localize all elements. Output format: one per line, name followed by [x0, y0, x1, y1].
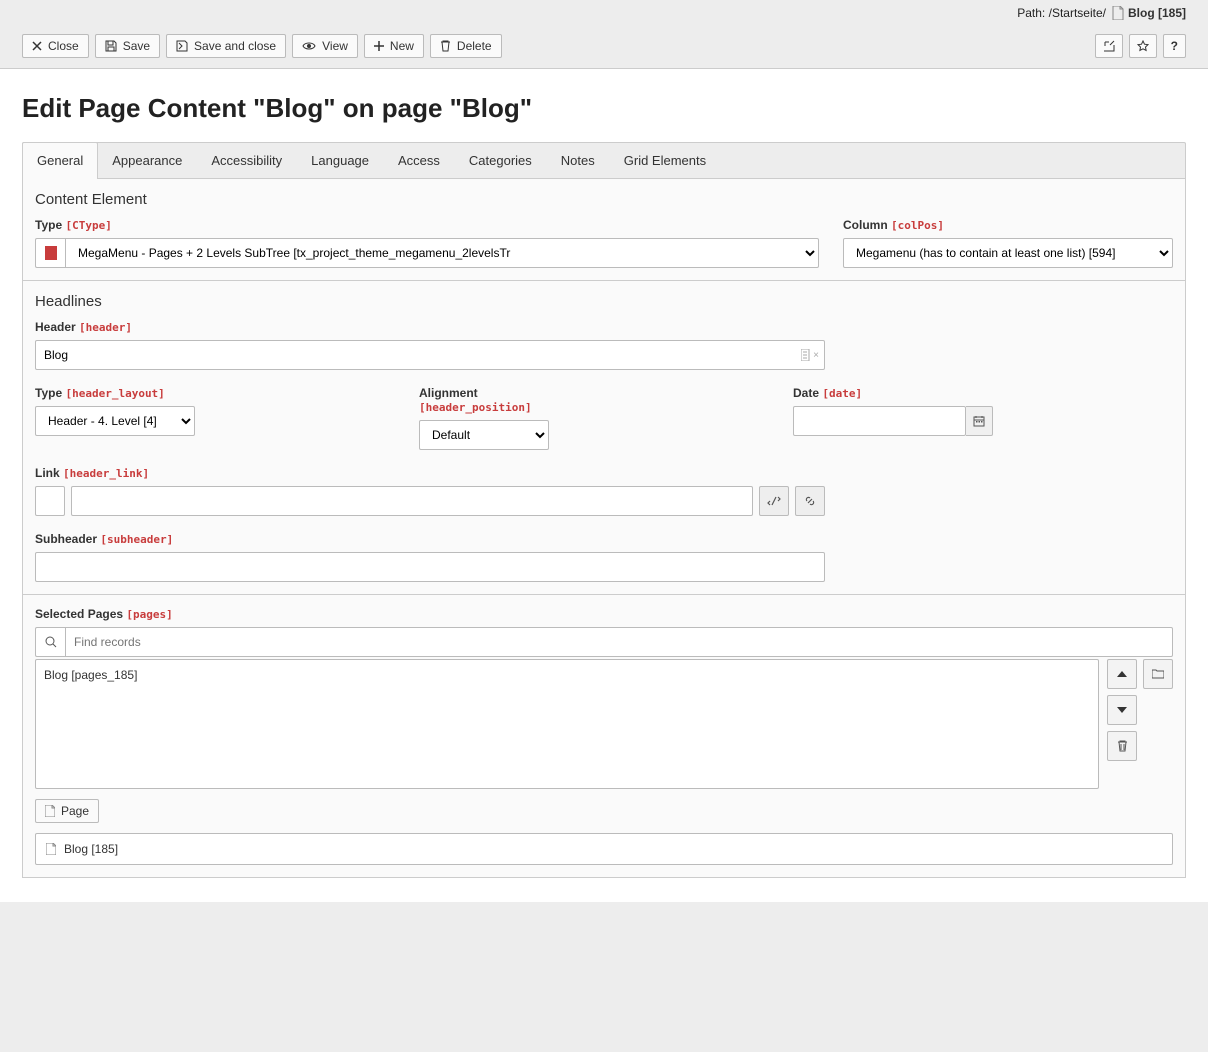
- header-type-select[interactable]: Header - 4. Level [4]: [35, 406, 195, 436]
- chip-label: Blog [185]: [64, 842, 118, 856]
- subheader-label: Subheader [subheader]: [35, 532, 825, 546]
- search-icon: [35, 627, 65, 657]
- page-icon: [45, 805, 55, 817]
- content-area: Edit Page Content "Blog" on page "Blog" …: [0, 69, 1208, 902]
- remove-item-button[interactable]: [1107, 731, 1137, 761]
- tab-grid-elements[interactable]: Grid Elements: [610, 143, 721, 178]
- selected-pages-list[interactable]: Blog [pages_185]: [35, 659, 1099, 789]
- tab-appearance[interactable]: Appearance: [98, 143, 197, 178]
- view-label: View: [322, 40, 348, 52]
- tab-general[interactable]: General: [22, 142, 98, 178]
- save-icon: [105, 40, 117, 52]
- close-button[interactable]: Close: [22, 34, 89, 58]
- alignment-label: Alignment [header_position]: [419, 386, 549, 414]
- subheader-input[interactable]: [35, 552, 825, 582]
- ctype-select[interactable]: MegaMenu - Pages + 2 Levels SubTree [tx_…: [65, 238, 819, 268]
- browse-folder-button[interactable]: [1143, 659, 1173, 689]
- view-button[interactable]: View: [292, 34, 358, 58]
- link-wizard-button[interactable]: [795, 486, 825, 516]
- header-input[interactable]: [35, 340, 825, 370]
- open-external-button[interactable]: [1095, 34, 1123, 58]
- recent-page-chip[interactable]: Blog [185]: [35, 833, 1173, 865]
- page-title: Edit Page Content "Blog" on page "Blog": [22, 93, 1186, 124]
- help-button[interactable]: ?: [1163, 34, 1186, 58]
- trash-icon: [1117, 740, 1128, 752]
- save-close-button[interactable]: Save and close: [166, 34, 286, 58]
- date-label: Date [date]: [793, 386, 993, 400]
- link-icon: [804, 495, 816, 507]
- alignment-select[interactable]: Default: [419, 420, 549, 450]
- calendar-icon: [973, 415, 985, 427]
- link-label: Link [header_link]: [35, 466, 825, 480]
- list-item[interactable]: Blog [pages_185]: [44, 666, 1090, 684]
- toggle-icon: [767, 495, 781, 507]
- find-records-input[interactable]: [65, 627, 1173, 657]
- selected-pages-label: Selected Pages [pages]: [35, 607, 1173, 621]
- link-type-indicator: [35, 486, 65, 516]
- add-page-button[interactable]: Page: [35, 799, 99, 823]
- question-icon: ?: [1171, 40, 1178, 52]
- save-close-label: Save and close: [194, 40, 276, 52]
- page-icon: [1112, 6, 1124, 20]
- path-current: Blog [185]: [1128, 6, 1186, 20]
- delete-button[interactable]: Delete: [430, 34, 502, 58]
- tab-notes[interactable]: Notes: [547, 143, 610, 178]
- save-button[interactable]: Save: [95, 34, 160, 58]
- star-icon: [1137, 40, 1149, 52]
- tab-accessibility[interactable]: Accessibility: [197, 143, 297, 178]
- date-picker-button[interactable]: [966, 406, 993, 436]
- plus-icon: [374, 41, 384, 51]
- headlines-panel: Headlines Header [header] × Type [header…: [22, 281, 1186, 595]
- header-label: Header [header]: [35, 320, 825, 334]
- ctype-icon: [35, 238, 65, 268]
- tabs: General Appearance Accessibility Languag…: [22, 142, 1186, 178]
- caret-down-icon: [1117, 706, 1127, 714]
- colpos-select[interactable]: Megamenu (has to contain at least one li…: [843, 238, 1173, 268]
- new-button[interactable]: New: [364, 34, 424, 58]
- content-element-panel: Content Element Type [CType] MegaMenu - …: [22, 178, 1186, 281]
- page-icon: [46, 843, 56, 855]
- tab-language[interactable]: Language: [297, 143, 384, 178]
- header-clear-button[interactable]: ×: [801, 349, 819, 361]
- move-up-button[interactable]: [1107, 659, 1137, 689]
- close-icon: [32, 41, 42, 51]
- new-label: New: [390, 40, 414, 52]
- headlines-title: Headlines: [35, 293, 1173, 310]
- link-input[interactable]: [71, 486, 753, 516]
- folder-icon: [1152, 669, 1164, 679]
- selected-pages-panel: Selected Pages [pages] Blog [pages_185]: [22, 595, 1186, 878]
- date-input[interactable]: [793, 406, 966, 436]
- external-link-icon: [1103, 40, 1115, 52]
- page-btn-label: Page: [61, 805, 89, 817]
- toolbar: Close Save Save and close View New Delet…: [0, 26, 1208, 69]
- caret-up-icon: [1117, 670, 1127, 678]
- path-segment[interactable]: /Startseite/: [1049, 6, 1106, 20]
- save-label: Save: [123, 40, 150, 52]
- header-type-label: Type [header_layout]: [35, 386, 195, 400]
- move-down-button[interactable]: [1107, 695, 1137, 725]
- save-close-icon: [176, 40, 188, 52]
- breadcrumb-bar: Path: /Startseite/ Blog [185]: [0, 0, 1208, 26]
- delete-label: Delete: [457, 40, 492, 52]
- ctype-label: Type [CType]: [35, 218, 819, 232]
- colpos-label: Column [colPos]: [843, 218, 1173, 232]
- tab-access[interactable]: Access: [384, 143, 455, 178]
- trash-icon: [440, 40, 451, 52]
- eye-icon: [302, 41, 316, 51]
- content-element-title: Content Element: [35, 191, 1173, 208]
- tab-categories[interactable]: Categories: [455, 143, 547, 178]
- close-label: Close: [48, 40, 79, 52]
- path-label: Path:: [1017, 6, 1045, 20]
- bookmark-button[interactable]: [1129, 34, 1157, 58]
- link-toggle-button[interactable]: [759, 486, 789, 516]
